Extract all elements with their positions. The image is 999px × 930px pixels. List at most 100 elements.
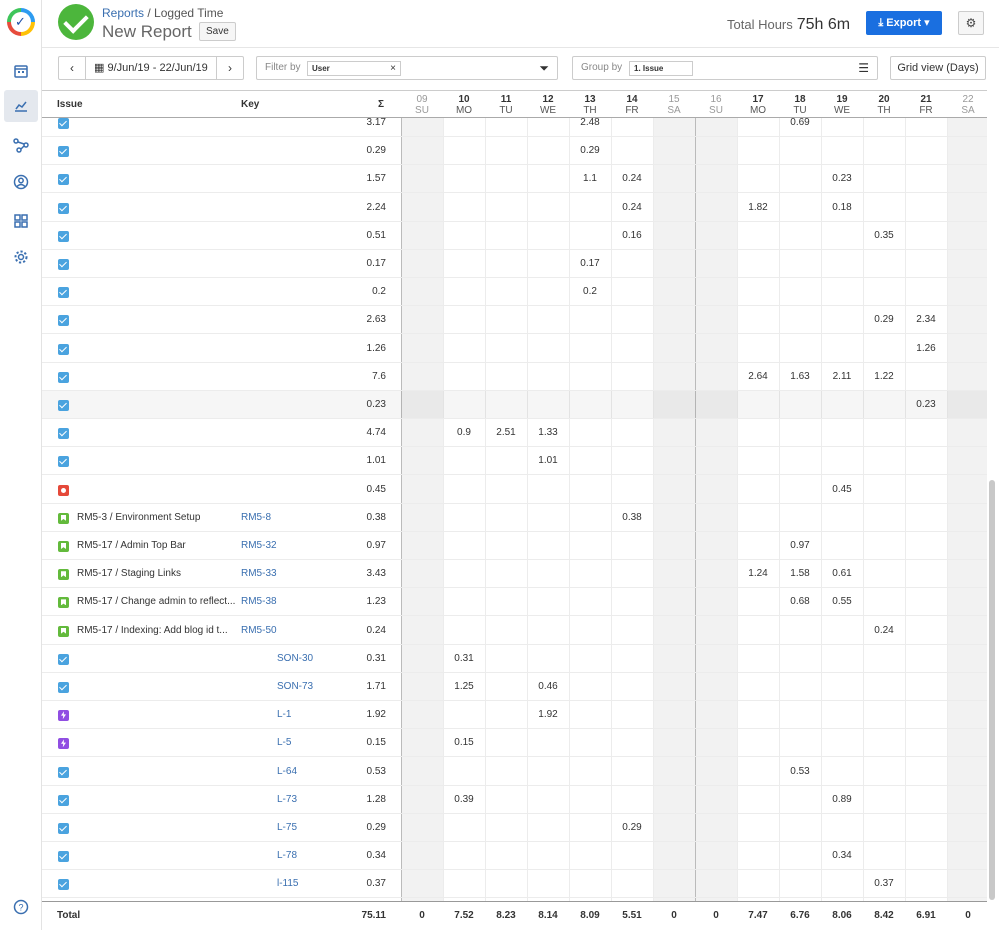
day-cell[interactable] [779, 278, 821, 306]
day-cell[interactable] [737, 391, 779, 419]
day-cell[interactable] [653, 137, 695, 165]
day-cell[interactable] [695, 729, 737, 757]
day-cell[interactable] [905, 250, 947, 278]
day-cell[interactable]: 0.68 [779, 588, 821, 616]
day-cell[interactable] [695, 673, 737, 701]
day-cell[interactable] [947, 137, 987, 165]
day-cell[interactable]: 2.64 [737, 363, 779, 391]
issue-key-link[interactable]: RM5-32 [241, 532, 277, 560]
day-cell[interactable] [821, 419, 863, 447]
day-cell[interactable]: 0.24 [611, 165, 653, 193]
day-cell[interactable] [737, 250, 779, 278]
day-cell[interactable] [653, 560, 695, 588]
day-cell[interactable] [401, 758, 443, 786]
day-cell[interactable] [443, 560, 485, 588]
day-cell[interactable] [905, 165, 947, 193]
day-cell[interactable] [905, 842, 947, 870]
day-cell[interactable] [863, 165, 905, 193]
day-cell[interactable] [695, 194, 737, 222]
day-cell[interactable] [863, 137, 905, 165]
day-cell[interactable] [863, 814, 905, 842]
day-cell[interactable] [569, 222, 611, 250]
day-cell[interactable] [653, 391, 695, 419]
day-cell[interactable]: 0.16 [611, 222, 653, 250]
day-cell[interactable] [947, 306, 987, 334]
day-cell[interactable] [653, 701, 695, 729]
day-cell[interactable] [569, 194, 611, 222]
day-cell[interactable] [401, 560, 443, 588]
day-cell[interactable] [485, 701, 527, 729]
table-row[interactable]: 0.23 0.23 [42, 391, 987, 419]
day-cell[interactable] [653, 363, 695, 391]
day-cell[interactable] [695, 870, 737, 898]
day-cell[interactable] [443, 335, 485, 363]
day-cell[interactable] [695, 617, 737, 645]
day-cell[interactable] [863, 278, 905, 306]
day-cell[interactable] [527, 588, 569, 616]
day-cell[interactable] [905, 419, 947, 447]
day-cell[interactable] [485, 137, 527, 165]
issue-key-link[interactable]: RM5-33 [241, 560, 277, 588]
day-cell[interactable]: 0.38 [611, 504, 653, 532]
day-cell[interactable] [779, 673, 821, 701]
day-cell[interactable] [485, 532, 527, 560]
day-cell[interactable]: 1.82 [737, 194, 779, 222]
day-cell[interactable] [527, 758, 569, 786]
day-cell[interactable]: 0.17 [569, 250, 611, 278]
day-cell[interactable] [821, 137, 863, 165]
day-cell[interactable] [443, 391, 485, 419]
day-cell[interactable]: 1.25 [443, 673, 485, 701]
day-cell[interactable] [527, 222, 569, 250]
day-cell[interactable] [695, 363, 737, 391]
day-cell[interactable]: 0.45 [821, 476, 863, 504]
day-cell[interactable] [863, 786, 905, 814]
group-by-field[interactable]: Group by 1. Issue ☰ [572, 56, 878, 80]
day-cell[interactable]: 1.26 [905, 335, 947, 363]
day-cell[interactable] [653, 532, 695, 560]
day-cell[interactable] [779, 617, 821, 645]
day-cell[interactable]: 0.29 [611, 814, 653, 842]
day-cell[interactable] [905, 363, 947, 391]
day-cell[interactable] [569, 758, 611, 786]
day-cell[interactable] [485, 758, 527, 786]
day-cell[interactable] [485, 165, 527, 193]
day-cell[interactable] [443, 222, 485, 250]
day-cell[interactable] [401, 363, 443, 391]
table-row[interactable]: 0.29 0.29 [42, 137, 987, 166]
day-cell[interactable] [695, 504, 737, 532]
day-cell[interactable] [527, 645, 569, 673]
day-cell[interactable] [401, 729, 443, 757]
day-cell[interactable] [695, 588, 737, 616]
day-cell[interactable] [947, 786, 987, 814]
day-cell[interactable] [569, 617, 611, 645]
day-cell[interactable] [863, 194, 905, 222]
day-cell[interactable] [863, 560, 905, 588]
day-cell[interactable]: 0.34 [821, 842, 863, 870]
day-cell[interactable] [401, 504, 443, 532]
day-cell[interactable] [695, 278, 737, 306]
day-cell[interactable] [485, 786, 527, 814]
day-cell[interactable] [863, 447, 905, 475]
issue-key-link[interactable]: SON-73 [277, 673, 313, 701]
day-cell[interactable] [611, 476, 653, 504]
day-cell[interactable] [569, 504, 611, 532]
day-cell[interactable] [401, 786, 443, 814]
day-cell[interactable] [653, 814, 695, 842]
day-cell[interactable] [611, 786, 653, 814]
issue-summary[interactable]: RM5-17 / Indexing: Add blog id t... [77, 617, 237, 645]
issue-key-link[interactable]: L-78 [277, 842, 297, 870]
day-cell[interactable]: 1.92 [527, 701, 569, 729]
day-cell[interactable] [527, 786, 569, 814]
day-cell[interactable] [779, 419, 821, 447]
day-cell[interactable] [653, 222, 695, 250]
day-cell[interactable] [485, 504, 527, 532]
day-cell[interactable] [947, 447, 987, 475]
export-button[interactable]: ⤓ Export ▾ [866, 11, 942, 35]
day-cell[interactable] [905, 870, 947, 898]
col-key-header[interactable]: Key [241, 91, 259, 118]
day-cell[interactable] [443, 758, 485, 786]
day-cell[interactable] [401, 645, 443, 673]
day-cell[interactable] [863, 391, 905, 419]
day-cell[interactable]: 0.37 [863, 870, 905, 898]
day-cell[interactable]: 0.23 [905, 391, 947, 419]
